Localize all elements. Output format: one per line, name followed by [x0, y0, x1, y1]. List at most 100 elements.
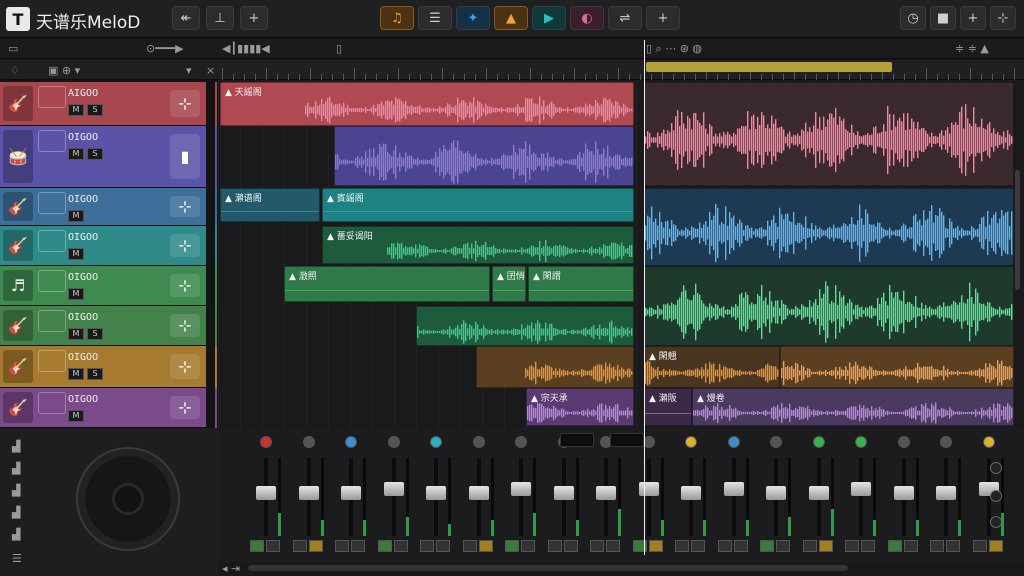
- pan-knob[interactable]: [472, 436, 485, 448]
- track-solo-button[interactable]: S: [87, 148, 103, 160]
- track-mute-button[interactable]: M: [68, 410, 84, 422]
- pan-knob[interactable]: [982, 436, 995, 448]
- solo-button[interactable]: [776, 540, 790, 552]
- track-volume-button[interactable]: ⊹: [170, 354, 200, 379]
- solo-button[interactable]: [648, 540, 663, 552]
- tool-icon[interactable]: ▟: [12, 528, 20, 541]
- audio-clip[interactable]: ▲ 賓謡阁: [322, 188, 634, 222]
- mute-button[interactable]: [802, 540, 817, 552]
- pan-knob[interactable]: [430, 436, 442, 448]
- pan-knob[interactable]: [727, 436, 740, 448]
- audio-clip[interactable]: [334, 126, 634, 186]
- mute-button[interactable]: [505, 540, 519, 552]
- fader-cap[interactable]: [723, 482, 744, 497]
- pan-knob[interactable]: [812, 436, 825, 448]
- audio-clip[interactable]: ▲ 囝悄: [492, 266, 526, 302]
- loop-region[interactable]: [646, 62, 892, 72]
- pan-knob[interactable]: [685, 436, 697, 448]
- fader-cap[interactable]: [256, 486, 276, 501]
- track-solo-button[interactable]: S: [87, 328, 103, 340]
- audio-clip[interactable]: ▲ 薔妥谒阳: [322, 226, 634, 264]
- track-header[interactable]: 🥁 OIGOO MS ▮: [0, 126, 206, 188]
- snap-icon[interactable]: ◀┃▮▮▮▮◀: [222, 42, 270, 55]
- pan-knob[interactable]: [515, 436, 527, 448]
- solo-button[interactable]: [266, 540, 280, 552]
- track-volume-button[interactable]: ⊹: [170, 234, 200, 257]
- mute-button[interactable]: [590, 540, 604, 552]
- track-mute-button[interactable]: M: [68, 368, 84, 380]
- solo-button[interactable]: [691, 540, 705, 552]
- audio-clip[interactable]: ▲ 天謡阁: [220, 82, 634, 126]
- solo-button[interactable]: [818, 540, 833, 552]
- audio-clip[interactable]: ▲ 澂照: [284, 266, 490, 302]
- pan-knob[interactable]: [387, 436, 400, 448]
- pan-knob[interactable]: [260, 436, 272, 448]
- tool-icon[interactable]: ▟: [12, 506, 20, 519]
- tool-icon[interactable]: ▟: [12, 484, 20, 497]
- mute-button[interactable]: [292, 540, 307, 552]
- audio-clip[interactable]: [644, 82, 1014, 186]
- mute-button[interactable]: [887, 540, 902, 552]
- view-options-icon[interactable]: ≑ ≑ ▲: [955, 42, 989, 55]
- mute-button[interactable]: [760, 540, 774, 552]
- folder-icon[interactable]: ▭: [8, 42, 18, 55]
- settings-icon[interactable]: ⊹: [990, 6, 1016, 30]
- fader-icon[interactable]: ◐: [570, 6, 604, 30]
- pan-knob[interactable]: [897, 436, 910, 448]
- audio-clip[interactable]: [416, 306, 634, 346]
- fader-cap[interactable]: [766, 486, 786, 501]
- tune-icon[interactable]: ♢: [10, 64, 20, 77]
- horizontal-scrollbar[interactable]: ◂ ⇥: [218, 562, 1024, 576]
- mute-button[interactable]: [675, 540, 689, 552]
- fader-cap[interactable]: [681, 486, 701, 501]
- pan-knob[interactable]: [770, 436, 782, 448]
- scroll-left-icon[interactable]: ◂ ⇥: [222, 562, 240, 575]
- track-mute-button[interactable]: M: [68, 288, 84, 300]
- grid-icon[interactable]: ▯: [336, 42, 342, 55]
- track-volume-button[interactable]: ▮: [170, 134, 200, 179]
- mute-button[interactable]: [420, 540, 434, 552]
- jog-wheel[interactable]: [76, 447, 180, 551]
- audio-clip[interactable]: [780, 346, 1014, 388]
- solo-button[interactable]: [393, 540, 408, 552]
- clock-icon[interactable]: ◷: [900, 6, 926, 30]
- playhead[interactable]: [644, 40, 645, 555]
- mute-button[interactable]: [377, 540, 392, 552]
- audio-clip[interactable]: ▲ 閑謂: [528, 266, 634, 302]
- audio-clip[interactable]: ▲ 瀨谱阁: [220, 188, 320, 222]
- fader-cap[interactable]: [468, 486, 489, 501]
- track-solo-button[interactable]: S: [87, 368, 103, 380]
- output-knob[interactable]: [990, 462, 1002, 474]
- pan-knob[interactable]: [940, 436, 952, 448]
- solo-button[interactable]: [308, 540, 323, 552]
- fader-cap[interactable]: [638, 482, 659, 497]
- output-knob[interactable]: [990, 490, 1002, 502]
- solo-button[interactable]: [351, 540, 365, 552]
- solo-button[interactable]: [861, 540, 875, 552]
- equalizer-icon[interactable]: ⇌: [608, 6, 642, 30]
- pan-knob[interactable]: [855, 436, 867, 448]
- tuning-fork-icon[interactable]: ⊥: [206, 6, 234, 30]
- solo-button[interactable]: [436, 540, 450, 552]
- list-icon[interactable]: ☰: [418, 6, 452, 30]
- audio-clip[interactable]: ▲ 瀨阪: [644, 388, 692, 426]
- audio-clip[interactable]: ▲ 熳卷: [692, 388, 1014, 426]
- fader-cap[interactable]: [383, 482, 404, 497]
- track-mute-button[interactable]: M: [68, 148, 84, 160]
- track-header[interactable]: ♬ OIGOO M ⊹: [0, 266, 206, 306]
- marker-tools-icon[interactable]: ▯ ⌕ ⋯ ⊛ ◍: [646, 42, 702, 56]
- add-icon[interactable]: +: [240, 6, 268, 30]
- fader-cap[interactable]: [426, 486, 446, 501]
- menu-icon[interactable]: ☰: [12, 552, 22, 565]
- tool-icon[interactable]: ▟: [12, 462, 20, 475]
- track-volume-button[interactable]: ⊹: [170, 196, 200, 217]
- split-icon[interactable]: +: [960, 6, 986, 30]
- solo-button[interactable]: [946, 540, 960, 552]
- mute-button[interactable]: [717, 540, 732, 552]
- track-header[interactable]: 🎸 OIGOO M ⊹: [0, 188, 206, 226]
- play-icon[interactable]: ▶: [532, 6, 566, 30]
- warning-icon[interactable]: ▲: [494, 6, 528, 30]
- solo-button[interactable]: [606, 540, 620, 552]
- solo-button[interactable]: [733, 540, 748, 552]
- close-icon[interactable]: ×: [206, 64, 215, 77]
